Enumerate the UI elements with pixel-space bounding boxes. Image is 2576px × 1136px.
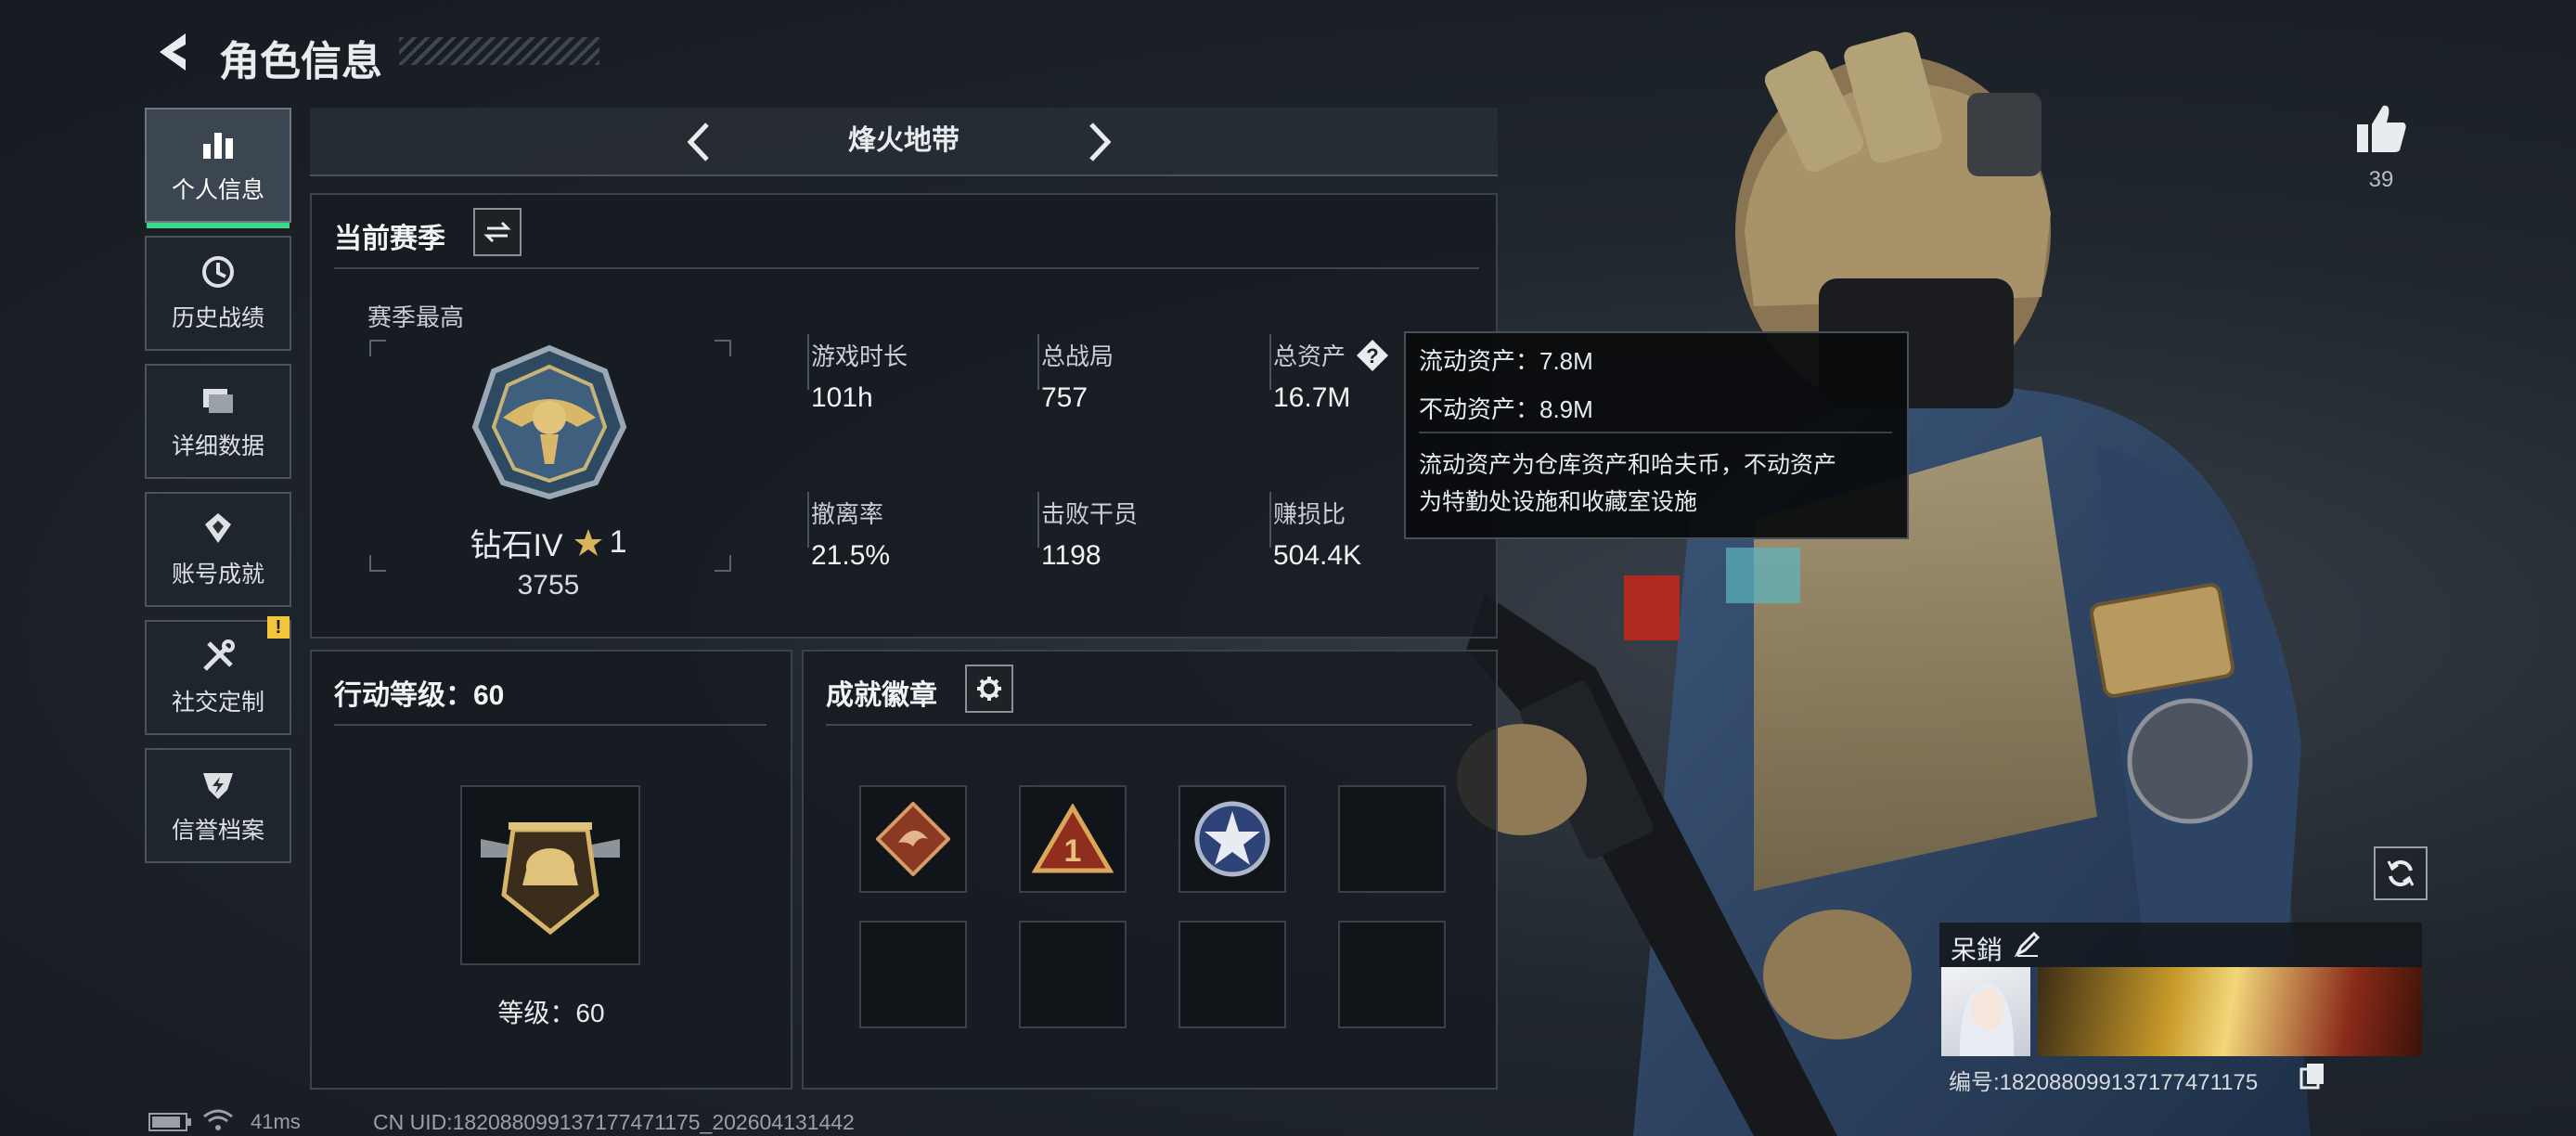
rank-name-row: 钻石IV 1 [367, 520, 729, 565]
stat-label: 赚损比 [1273, 500, 1346, 528]
badge-slot-empty[interactable] [1019, 921, 1127, 1028]
helicopter-level-emblem-icon [481, 822, 620, 936]
sidebar-item-label: 信誉档案 [171, 818, 264, 844]
chevron-right-icon[interactable] [1080, 119, 1117, 165]
action-level-panel: 行动等级：60 等级：60 [310, 650, 792, 1090]
gear-icon [977, 677, 1001, 701]
refresh-button[interactable] [2374, 846, 2428, 900]
svg-text:?: ? [1366, 344, 1378, 368]
refresh-icon [2387, 860, 2415, 886]
badge-slot[interactable] [859, 785, 967, 893]
level-text: 等级：60 [497, 999, 605, 1027]
folders-icon [203, 389, 233, 413]
divider [334, 724, 766, 726]
sidebar-item-label: 详细数据 [171, 433, 264, 459]
tools-icon [203, 639, 235, 671]
sidebar-item-label: 历史战绩 [171, 305, 264, 331]
sidebar-item-credit[interactable]: 信誉档案 [145, 748, 291, 863]
player-uid: 编号:1820880991371774711​75 [1949, 1070, 2259, 1095]
page-title: 角色信息 [219, 39, 382, 84]
help-icon[interactable]: ? [1355, 338, 1390, 373]
tooltip-liquid-assets: 流动资产：7.8M [1419, 347, 1593, 375]
stat-label: 总资产 [1273, 342, 1346, 370]
battery-icon [148, 1113, 191, 1131]
stat-label: 撤离率 [811, 500, 884, 528]
like-count: 39 [2368, 167, 2394, 192]
stat-value: 101h [811, 382, 873, 413]
mode-label: 烽火地带 [848, 125, 960, 156]
stat-label: 游戏时长 [811, 342, 908, 370]
player-name: 呆銷 [1951, 936, 2003, 964]
stat-value: 504.4K [1273, 540, 1362, 571]
divider [1419, 432, 1892, 433]
divider [334, 267, 1479, 269]
notification-badge: ! [267, 616, 290, 639]
header: 角色信息 [148, 28, 382, 84]
bar-chart-icon [203, 133, 233, 159]
star-shield-badge-icon [1194, 801, 1270, 877]
sidebar-item-detailed-data[interactable]: 详细数据 [145, 364, 291, 479]
badge-settings-button[interactable] [965, 665, 1013, 713]
ping-value: 41ms [251, 1110, 301, 1133]
switch-season-button[interactable] [473, 208, 522, 256]
season-header: 当前赛季 [334, 224, 445, 254]
avatar[interactable] [1941, 967, 2030, 1056]
back-arrow-icon[interactable] [148, 28, 191, 76]
stat-value: 21.5% [811, 540, 891, 571]
badge-slot-empty[interactable] [859, 921, 967, 1028]
stat-value: 1198 [1041, 540, 1101, 571]
season-best-label: 赛季最高 [367, 303, 465, 331]
tooltip-description: 为特勤处设施和收藏室设施 [1419, 489, 1698, 515]
thumbs-up-icon[interactable] [2353, 100, 2409, 156]
header-decoration [399, 37, 599, 65]
number-one-badge-icon: 1 [1032, 804, 1114, 873]
tooltip-description: 流动资产为仓库资产和哈夫币，不动资产 [1419, 452, 1837, 478]
svg-text:1: 1 [1064, 833, 1082, 869]
rank-score: 3755 [517, 570, 580, 600]
profile-name-bar: 呆銷 [1939, 923, 2422, 967]
divider [826, 724, 1472, 726]
sidebar-item-history[interactable]: 历史战绩 [145, 236, 291, 351]
badge-slot-empty[interactable] [1338, 785, 1446, 893]
sidebar-item-achievements[interactable]: 账号成就 [145, 492, 291, 607]
swap-icon [483, 221, 511, 243]
copy-icon[interactable] [2299, 1062, 2325, 1090]
sidebar-item-personal-info[interactable]: 个人信息 [145, 108, 291, 228]
action-level-header: 行动等级：60 [334, 680, 505, 711]
dragon-badge-icon [876, 802, 950, 876]
achievement-icon [205, 513, 231, 543]
sidebar-item-label: 个人信息 [171, 177, 264, 203]
stat-label: 总战局 [1041, 342, 1114, 370]
active-indicator [147, 223, 290, 228]
edit-pencil-icon[interactable] [2014, 930, 2041, 958]
diamond-rank-emblem-icon [471, 344, 627, 500]
stat-value: 16.7M [1273, 382, 1351, 413]
avatar-portrait-icon [1959, 982, 2015, 1056]
achievement-badges-panel: 成就徽章 1 [802, 650, 1498, 1090]
badge-slot-empty[interactable] [1179, 921, 1286, 1028]
badges-header: 成就徽章 [826, 680, 937, 711]
stat-label: 击败干员 [1041, 500, 1139, 528]
rank-stars: 1 [609, 524, 627, 560]
asset-tooltip: 流动资产：7.8M 不动资产：8.9M 流动资产为仓库资产和哈夫币，不动资产 为… [1404, 331, 1909, 539]
mode-selector: 烽火地带 [310, 108, 1498, 176]
name-card-banner[interactable] [2038, 967, 2422, 1056]
badge-slot[interactable] [1179, 785, 1286, 893]
tooltip-fixed-assets: 不动资产：8.9M [1419, 395, 1593, 423]
season-panel: 当前赛季 赛季最高 钻石IV 1 3755 游戏时长 101h 总战局 757 … [310, 193, 1498, 639]
rank-name: 钻石IV [470, 528, 563, 563]
badge-slot[interactable]: 1 [1019, 785, 1127, 893]
star-icon [573, 528, 602, 556]
wifi-icon [203, 1109, 233, 1130]
sidebar-item-label: 社交定制 [171, 690, 264, 716]
status-uid: CN UID:1820880991371774711​75_2026041314… [373, 1110, 855, 1134]
level-emblem-frame [460, 785, 640, 965]
clock-icon [202, 256, 234, 288]
chevron-left-icon[interactable] [681, 119, 718, 165]
stat-value: 757 [1041, 382, 1088, 413]
sidebar-item-label: 账号成就 [171, 562, 264, 587]
badge-slot-empty[interactable] [1338, 921, 1446, 1028]
shield-bolt-icon [203, 773, 233, 799]
